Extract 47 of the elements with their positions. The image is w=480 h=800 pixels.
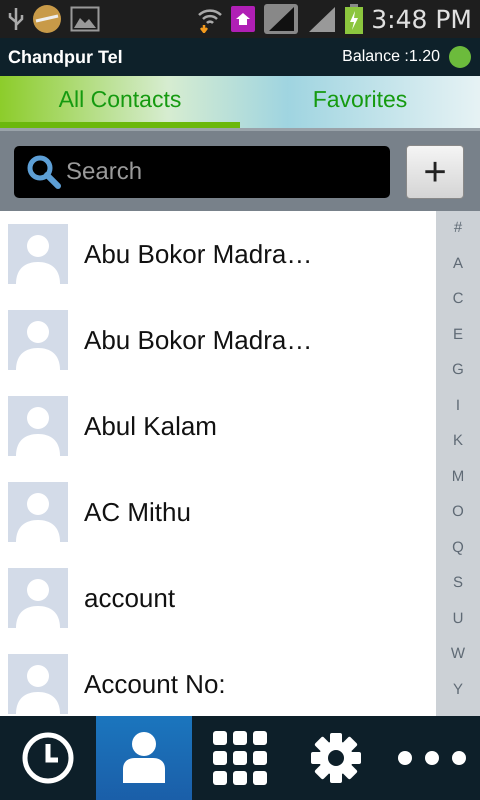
- person-icon: [121, 731, 167, 785]
- signal-icon: [263, 3, 300, 35]
- more-icon: [397, 750, 467, 766]
- index-letter[interactable]: M: [452, 468, 464, 503]
- balance-text: Balance :1.20: [342, 48, 440, 66]
- index-letter[interactable]: K: [452, 432, 463, 468]
- index-letter[interactable]: C: [452, 290, 464, 326]
- tab[interactable]: All Contacts: [0, 76, 240, 128]
- avatar-icon: [8, 482, 68, 542]
- index-letter[interactable]: U: [452, 610, 464, 645]
- contact-name[interactable]: Abu Bokor Madra…: [84, 324, 312, 356]
- battery-icon: [345, 4, 364, 34]
- index-letter[interactable]: Y: [452, 680, 463, 716]
- index-letter[interactable]: I: [456, 396, 460, 432]
- index-letter[interactable]: O: [452, 503, 464, 538]
- signal-icon: [307, 5, 338, 33]
- contact-name[interactable]: Abu Bokor Madra…: [84, 238, 312, 270]
- contact-name[interactable]: account: [84, 582, 176, 614]
- index-letter[interactable]: E: [452, 326, 463, 361]
- search-field[interactable]: Search: [14, 146, 390, 198]
- dialpad-icon: [213, 731, 267, 785]
- status-time: 3:48 PM: [371, 4, 472, 34]
- index-letter[interactable]: S: [452, 574, 463, 610]
- usb-icon: [8, 6, 24, 32]
- avatar-icon: [8, 568, 68, 628]
- coin-icon: [32, 4, 62, 34]
- settings-icon: [310, 732, 362, 784]
- index-letter[interactable]: #: [454, 219, 462, 254]
- tab[interactable]: Favorites: [240, 76, 480, 128]
- app-title: Chandpur Tel: [8, 46, 123, 68]
- image-icon: [70, 6, 100, 32]
- index-letter[interactable]: Q: [452, 538, 464, 574]
- nav-tab[interactable]: [96, 716, 192, 800]
- index-letter[interactable]: A: [452, 254, 463, 290]
- contact-name[interactable]: AC Mithu: [84, 496, 191, 528]
- index-letter[interactable]: W: [450, 645, 466, 680]
- add-button[interactable]: +: [406, 145, 464, 199]
- home-icon: [231, 6, 256, 32]
- avatar-icon: [8, 396, 68, 456]
- index-letter[interactable]: G: [452, 361, 464, 396]
- avatar-icon: [8, 310, 68, 370]
- contact-name[interactable]: Abul Kalam: [84, 410, 217, 442]
- avatar-icon: [8, 224, 68, 284]
- clock-icon: [21, 731, 75, 785]
- contact-name[interactable]: Account No:: [84, 668, 226, 700]
- status-dot-icon: [448, 45, 472, 69]
- alphabet-index[interactable]: # A C E G I K M O Q S U W Y: [436, 211, 480, 716]
